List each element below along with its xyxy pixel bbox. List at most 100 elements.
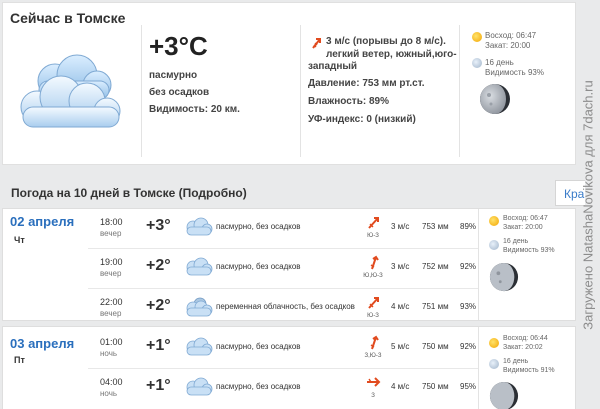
astro-column: Восход: 06:47 Закат: 20:00 16 день Видим… (478, 209, 577, 320)
moon-day-icon (472, 58, 482, 68)
row-pressure: 751 мм (422, 302, 449, 311)
row-wind-direction: Ю-З (367, 313, 379, 319)
row-wind-direction: Ю-З (367, 233, 379, 239)
cloud-icon (186, 257, 213, 276)
row-pressure: 750 мм (422, 382, 449, 391)
astro-column: Восход: 06:44 Закат: 20:02 16 день Видим… (478, 327, 577, 409)
row-humidity: 89% (460, 222, 477, 231)
moon-phase-icon (489, 262, 519, 292)
row-day-part: ночь (100, 349, 118, 358)
row-description: пасмурно, без осадков (216, 342, 301, 351)
divider (141, 25, 142, 157)
row-day-part: ночь (100, 389, 118, 398)
current-moon-visibility: Видимость 93% (485, 68, 544, 77)
divider (300, 25, 301, 157)
current-sunset: Закат: 20:00 (485, 41, 531, 50)
row-time: 19:00 (100, 257, 123, 267)
moon-day-icon (489, 240, 499, 250)
row-temperature: +2° (146, 257, 171, 274)
forecast-row: 22:00 вечер +2° переменная облачность, б… (88, 289, 478, 329)
wind-arrow-icon (370, 335, 379, 350)
partly-cloudy-icon (186, 297, 213, 317)
day-moon-day: 16 день (503, 358, 529, 365)
current-weather-title: Сейчас в Томске (10, 10, 126, 26)
cloud-icon (20, 54, 121, 128)
current-moon-day: 16 день (485, 58, 514, 67)
day-moon-visibility: Видимость 93% (503, 247, 555, 254)
cloud-icon (186, 217, 213, 236)
moon-phase-icon (480, 84, 510, 114)
row-description: переменная облачность, без осадков (216, 302, 355, 311)
row-day-part: вечер (100, 269, 122, 278)
day-date[interactable]: 03 апреля (10, 336, 74, 351)
wind-arrow-icon (367, 377, 381, 387)
row-pressure: 752 мм (422, 262, 449, 271)
current-visibility: Видимость: 20 км. (149, 104, 240, 115)
day-moon-day: 16 день (503, 238, 529, 245)
row-time: 01:00 (100, 337, 123, 347)
current-weather-panel: Сейчас в Томске +3°C пасмурно без осадко… (2, 2, 576, 165)
row-temperature: +2° (146, 297, 171, 314)
wind-arrow-icon (368, 217, 379, 229)
current-precipitation: без осадков (149, 87, 210, 98)
current-wind-direction: западный (308, 61, 358, 72)
row-pressure: 753 мм (422, 222, 449, 231)
current-pressure: Давление: 753 мм рт.ст. (308, 78, 425, 89)
forecast-row: 04:00 ночь +1° пасмурно, без осадков З 4… (88, 369, 478, 409)
day-sunrise: Восход: 06:44 (503, 335, 548, 342)
forecast-row: 18:00 вечер +3° пасмурно, без осадков Ю-… (88, 209, 478, 249)
row-humidity: 92% (460, 342, 477, 351)
sun-icon (472, 32, 482, 42)
day-sunrise: Восход: 06:47 (503, 215, 548, 222)
row-description: пасмурно, без осадков (216, 262, 301, 271)
forecast-title: Погода на 10 дней в Томске (Подробно) (11, 186, 247, 200)
moon-phase-icon (489, 381, 519, 409)
row-description: пасмурно, без осадков (216, 382, 301, 391)
row-wind-speed: 4 м/с (391, 382, 410, 391)
day-sunset: Закат: 20:02 (503, 344, 543, 351)
divider (459, 25, 460, 157)
row-wind-speed: 3 м/с (391, 262, 410, 271)
row-temperature: +1° (146, 377, 171, 394)
forecast-row: 19:00 вечер +2° пасмурно, без осадков Ю,… (88, 249, 478, 289)
day-of-week: Чт (14, 235, 25, 245)
row-pressure: 750 мм (422, 342, 449, 351)
row-wind-speed: 5 м/с (391, 342, 410, 351)
row-time: 18:00 (100, 217, 123, 227)
forecast-day: 03 апреля Пт 01:00 ночь +1° пасмурно, бе… (2, 326, 576, 409)
row-temperature: +1° (146, 337, 171, 354)
wind-arrow-icon (312, 38, 321, 49)
row-time: 22:00 (100, 297, 123, 307)
row-description: пасмурно, без осадков (216, 222, 301, 231)
wind-arrow-icon (370, 255, 379, 270)
row-wind-speed: 4 м/с (391, 302, 410, 311)
current-sunrise: Восход: 06:47 (485, 31, 537, 40)
cloud-icon (186, 337, 213, 356)
row-wind-direction: З,Ю-З (364, 353, 382, 359)
row-day-part: вечер (100, 229, 122, 238)
day-date[interactable]: 02 апреля (10, 214, 74, 229)
day-moon-visibility: Видимость 91% (503, 367, 555, 374)
forecast-day: 02 апреля Чт 18:00 вечер +3° пасмурно, б… (2, 208, 576, 321)
row-wind-direction: З (371, 393, 375, 399)
day-of-week: Пт (14, 355, 25, 365)
row-humidity: 93% (460, 302, 477, 311)
current-humidity: Влажность: 89% (308, 96, 389, 107)
sun-icon (489, 338, 499, 348)
current-temperature: +3°C (149, 31, 208, 61)
row-time: 04:00 (100, 377, 123, 387)
current-wind-desc: легкий ветер, южный,юго- (326, 49, 457, 60)
current-wind-speed: 3 м/с (порывы до 8 м/с). (326, 36, 446, 47)
sun-icon (489, 216, 499, 226)
row-humidity: 92% (460, 262, 477, 271)
row-wind-speed: 3 м/с (391, 222, 410, 231)
row-temperature: +3° (146, 217, 171, 234)
watermark-text: Загружено NatashaNovikova для 7dach.ru (580, 79, 596, 330)
wind-arrow-icon (368, 297, 379, 309)
forecast-row: 01:00 ночь +1° пасмурно, без осадков З,Ю… (88, 329, 478, 369)
current-condition: пасмурно (149, 70, 198, 81)
day-sunset: Закат: 20:00 (503, 224, 543, 231)
current-uv-index: УФ-индекс: 0 (низкий) (308, 114, 416, 125)
watermark: Загружено NatashaNovikova для 7dach.ru (576, 0, 600, 409)
row-wind-direction: Ю,Ю-З (363, 273, 383, 279)
